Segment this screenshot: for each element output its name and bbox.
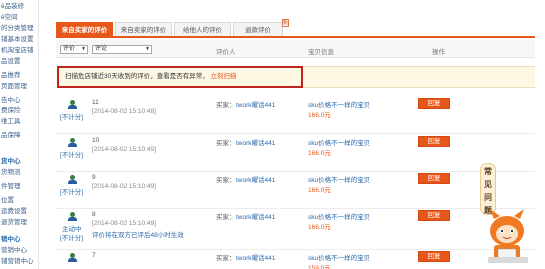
scan-notice-text: 扫描危店铺近30天收到的评价，查看是否有异常， (65, 73, 209, 80)
sidebar-item[interactable]: 运费设置 (1, 205, 37, 215)
sidebar-item[interactable]: 品设置 (1, 55, 37, 65)
score-label: [不计分] (60, 189, 84, 196)
buyer-label: 买家： (216, 140, 236, 147)
sidebar-item[interactable]: 铺营销中心 (1, 255, 37, 265)
user-icon (68, 100, 77, 109)
sidebar-item[interactable]: 页面管理 (1, 80, 37, 90)
reply-button[interactable]: 回复 (418, 98, 450, 109)
item-price: 166.0元 (308, 112, 331, 119)
score-label: [不计分] (60, 152, 84, 159)
review-date: [2014-08-02 15:10:49] (92, 146, 156, 153)
comment-filter-value: 评论 (95, 46, 108, 52)
review-number: 7 (92, 252, 96, 259)
tab-buyer-reviews[interactable]: 来自买家的评价 (56, 22, 113, 37)
sidebar-item[interactable]: 退货管理 (1, 216, 37, 226)
item-price: 166.0元 (308, 150, 331, 157)
chevron-down-icon: ▼ (145, 46, 150, 52)
effective-note: 评价将在双方已评后48小时生效 (92, 232, 184, 239)
reply-button[interactable]: 回复 (418, 173, 450, 184)
table-row: [不计分] 9 [2014-08-02 15:10:49] 买家： twork曜话441… (56, 172, 535, 209)
sidebar-item[interactable]: 费保险 (1, 104, 37, 114)
column-reviewer: 评价人 (216, 49, 236, 56)
reply-button[interactable]: 回复 (418, 136, 450, 147)
tab-refund-reviews[interactable]: 退款评价 新 (233, 19, 289, 37)
comment-filter-select[interactable]: 评论 ▼ (92, 45, 152, 54)
buyer-link[interactable]: twork曜话441 (236, 211, 275, 221)
review-number: 8 (92, 211, 96, 218)
column-action: 操作 (432, 49, 445, 56)
table-row: [不计分] 11 [2014-08-02 15:10:48] 买家： twork曜话44… (56, 97, 535, 134)
reply-button[interactable]: 回复 (418, 210, 450, 221)
buyer-link[interactable]: twork曜话441 (236, 137, 275, 147)
review-date: [2014-08-02 15:10:49] (92, 183, 156, 190)
user-icon (68, 253, 77, 262)
faq-char: 问 (484, 193, 492, 202)
tab-seller-reviews[interactable]: 来自卖家的评价 (115, 22, 172, 37)
sidebar-item[interactable]: 品推荐 (1, 69, 37, 79)
sidebar-item[interactable]: 货中心 (1, 155, 37, 165)
review-number: 10 (92, 137, 100, 144)
item-link[interactable]: sku价格不一样的宝贝 (308, 99, 370, 109)
tab-given-reviews[interactable]: 给他人的评价 (174, 22, 231, 37)
score-label: [不计分] (60, 114, 84, 121)
sidebar-item[interactable]: 维工具 (1, 115, 37, 125)
item-link[interactable]: sku价格不一样的宝贝 (308, 137, 370, 147)
sidebar-item[interactable]: ē品装修 (1, 0, 37, 10)
mascot-icon (488, 209, 528, 263)
buyer-link[interactable]: twork曜话441 (236, 99, 275, 109)
sidebar-item[interactable]: 件管理 (1, 180, 37, 190)
new-badge: 新 (282, 19, 289, 27)
review-number: 9 (92, 174, 96, 181)
sidebar-item[interactable]: 位置 (1, 194, 37, 204)
buyer-link[interactable]: twork曜话441 (236, 252, 275, 262)
rating-filter-select[interactable]: 评价 ▼ (60, 45, 88, 54)
table-row: 7 买家： twork曜话441 sku价格不一样的宝贝 159.0元 回复 (56, 250, 535, 269)
user-icon (68, 175, 77, 184)
item-price: 166.0元 (308, 187, 331, 194)
sidebar-item[interactable]: 告中心 (1, 94, 37, 104)
item-price: 166.0元 (308, 224, 331, 231)
reply-button[interactable]: 回复 (418, 251, 450, 262)
table-row: 主动中 [不计分] 评价将在双方已评后48小时生效 8 [2014-08-02 15:1… (56, 209, 535, 250)
item-price: 159.0元 (308, 265, 331, 269)
sidebar-item[interactable]: 铺基本设置 (1, 33, 37, 43)
item-link[interactable]: sku价格不一样的宝贝 (308, 252, 370, 262)
sidebar-item[interactable]: 机淘宝店铺 (1, 44, 37, 54)
scan-now-link[interactable]: 立刻扫描 (211, 73, 237, 80)
buyer-label: 买家： (216, 214, 236, 221)
sidebar-item[interactable]: 品保障 (1, 129, 37, 139)
score-label: [不计分] (60, 235, 84, 242)
sidebar-item[interactable]: ē空间 (1, 11, 37, 21)
item-link[interactable]: sku价格不一样的宝贝 (308, 174, 370, 184)
buyer-label: 买家： (216, 255, 236, 262)
tab-refund-reviews-label: 退款评价 (245, 27, 271, 34)
sidebar: ē品装修 ē空间 的分类管理 铺基本设置 机淘宝店铺 品设置品推荐 页面管理告中心 费保险 维工… (0, 0, 39, 269)
sidebar-item[interactable]: 货物流 (1, 166, 37, 176)
sidebar-item[interactable]: 营销中心 (1, 244, 37, 254)
review-number: 11 (92, 99, 99, 106)
user-icon (68, 138, 77, 147)
chevron-down-icon: ▼ (81, 46, 86, 52)
column-item-info: 宝贝信息 (308, 49, 334, 56)
sidebar-item[interactable]: 销中心 (1, 233, 37, 243)
faq-char: 常 (484, 167, 492, 176)
sidebar-item[interactable]: 的分类管理 (1, 22, 37, 32)
user-icon (68, 212, 77, 221)
review-date: [2014-08-02 15:10:49] (92, 220, 156, 227)
buyer-link[interactable]: twork曜话441 (236, 174, 275, 184)
review-date: [2014-08-02 15:10:48] (92, 108, 156, 115)
scan-notice: 扫描危店铺近30天收到的评价，查看是否有异常， 立刻扫描 (57, 66, 303, 88)
tab-underline (56, 36, 535, 38)
faq-char: 见 (484, 180, 492, 189)
buyer-label: 买家： (216, 102, 236, 109)
buyer-label: 买家： (216, 177, 236, 184)
table-row: [不计分] 10 [2014-08-02 15:10:49] 买家： twork曜话44… (56, 135, 535, 172)
item-link[interactable]: sku价格不一样的宝贝 (308, 211, 370, 221)
rating-filter-value: 评价 (63, 46, 76, 52)
filter-bar: 评价 ▼ 评论 ▼ 评价人 宝贝信息 操作 (56, 40, 535, 58)
